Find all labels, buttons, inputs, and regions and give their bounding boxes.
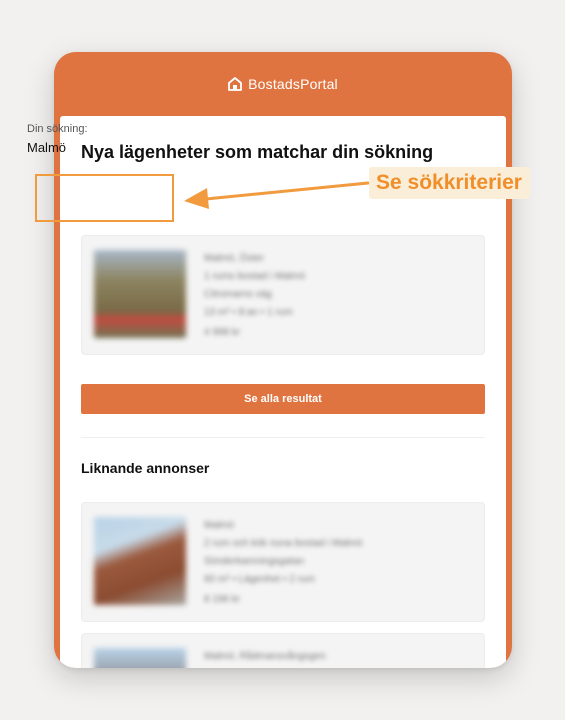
similar-listings-title: Liknande annonser — [81, 460, 210, 476]
annotation-callout: Se sökkriterier — [369, 167, 530, 199]
see-all-results-button[interactable]: Se alla resultat — [81, 384, 485, 414]
search-criteria-value: Malmö — [27, 140, 67, 155]
listing-location: Malmö, Rådmansvångsgen — [204, 651, 326, 662]
annotation-highlight-box — [35, 174, 174, 222]
annotation-arrow-icon — [184, 181, 370, 209]
listing-description: 2 rum och kök nuna bostad i Malmö — [204, 538, 363, 549]
divider — [81, 437, 485, 438]
brand-name[interactable]: BostadsPortal — [248, 76, 338, 92]
listing-image[interactable] — [94, 648, 186, 668]
listing-location: Malmö, Öster — [204, 253, 265, 264]
listing-image[interactable] — [94, 250, 186, 338]
listing-address: Sönderkamningsgatan — [204, 556, 305, 567]
brand-header: BostadsPortal — [54, 52, 512, 116]
listing-details: 60 m² • Lägenhet • 2 rum — [204, 574, 315, 585]
page-title: Nya lägenheter som matchar din sökning — [81, 142, 434, 162]
listing-details: 13 m² • 8:an • 1 rum — [204, 307, 293, 318]
search-criteria-label: Din sökning: — [27, 123, 88, 135]
listing-image[interactable] — [94, 517, 186, 605]
listing-address: Citromarns väg — [204, 289, 272, 300]
listing-price: 4 998 kr — [204, 327, 241, 338]
listing-card[interactable]: Malmö 2 rum och kök nuna bostad i Malmö … — [81, 502, 485, 622]
house-icon — [228, 77, 243, 91]
email-preview-device: BostadsPortal Nya lägenheter som matchar… — [54, 52, 512, 668]
listing-location: Malmö — [204, 520, 235, 531]
listing-card[interactable]: Malmö, Rådmansvångsgen — [81, 633, 485, 668]
listing-price: 8 196 kr — [204, 594, 241, 605]
listing-description: 1 rums bostad i Malmö — [204, 271, 306, 282]
listing-card[interactable]: Malmö, Öster 1 rums bostad i Malmö Citro… — [81, 235, 485, 355]
